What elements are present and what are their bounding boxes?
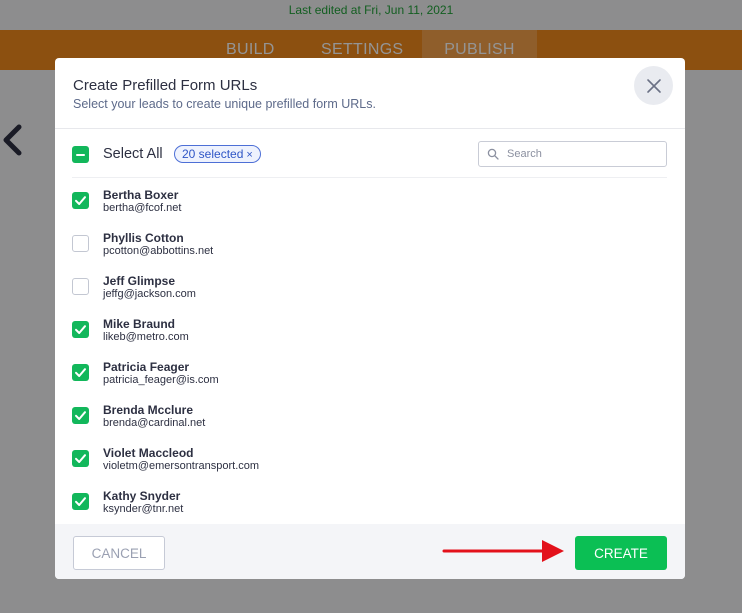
modal-subtitle: Select your leads to create unique prefi… (73, 97, 376, 111)
lead-email: likeb@metro.com (103, 331, 189, 343)
list-item[interactable]: Brenda Mcclure brenda@cardinal.net (55, 394, 685, 437)
select-all-checkbox[interactable] (72, 146, 89, 163)
check-icon (75, 454, 86, 463)
modal-footer: CANCEL CREATE (55, 524, 685, 579)
close-button[interactable] (634, 66, 673, 105)
lead-name: Mike Braund (103, 317, 176, 331)
lead-checkbox[interactable] (72, 321, 89, 338)
check-icon (75, 411, 86, 420)
list-item[interactable]: Phyllis Cotton pcotton@abbottins.net (55, 222, 685, 265)
selected-count-label: 20 selected (182, 147, 244, 161)
cancel-button[interactable]: CANCEL (73, 536, 165, 570)
check-icon (75, 196, 86, 205)
lead-checkbox[interactable] (72, 493, 89, 510)
list-item[interactable]: Kathy Snyder ksynder@tnr.net (55, 480, 685, 523)
search-input[interactable] (507, 145, 662, 163)
check-icon (75, 368, 86, 377)
lead-checkbox[interactable] (72, 407, 89, 424)
prefilled-urls-modal: Create Prefilled Form URLs Select your l… (55, 58, 685, 579)
lead-name: Patricia Feager (103, 360, 190, 374)
lead-name: Jeff Glimpse (103, 274, 176, 288)
lead-email: patricia_feager@is.com (103, 374, 219, 386)
selected-count-badge[interactable]: 20 selected × (174, 145, 261, 163)
check-icon (75, 497, 86, 506)
search-box[interactable] (478, 141, 667, 167)
lead-email: ksynder@tnr.net (103, 503, 184, 515)
lead-name: Phyllis Cotton (103, 231, 184, 245)
lead-name: Violet Maccleod (103, 446, 194, 460)
lead-list: Bertha Boxer bertha@fcof.net Phyllis Cot… (55, 179, 685, 524)
list-item[interactable]: Violet Maccleod violetm@emersontransport… (55, 437, 685, 480)
lead-email: pcotton@abbottins.net (103, 245, 214, 257)
modal-title: Create Prefilled Form URLs (73, 77, 258, 94)
lead-email: jeffg@jackson.com (103, 288, 196, 300)
lead-checkbox[interactable] (72, 278, 89, 295)
lead-checkbox[interactable] (72, 235, 89, 252)
lead-email: bertha@fcof.net (103, 202, 182, 214)
create-button[interactable]: CREATE (575, 536, 667, 570)
lead-email: brenda@cardinal.net (103, 417, 206, 429)
close-icon (646, 78, 661, 93)
lead-name: Bertha Boxer (103, 188, 179, 202)
check-icon (75, 325, 86, 334)
minus-icon (76, 153, 85, 156)
select-all-label: Select All (103, 146, 163, 162)
modal-header: Create Prefilled Form URLs Select your l… (55, 58, 685, 129)
lead-name: Brenda Mcclure (103, 403, 194, 417)
lead-checkbox[interactable] (72, 450, 89, 467)
list-item[interactable]: Mike Braund likeb@metro.com (55, 308, 685, 351)
list-item[interactable]: Jeff Glimpse jeffg@jackson.com (55, 265, 685, 308)
list-item[interactable]: Patricia Feager patricia_feager@is.com (55, 351, 685, 394)
lead-checkbox[interactable] (72, 192, 89, 209)
clear-selection-icon[interactable]: × (246, 149, 252, 161)
select-all-row: Select All 20 selected × (72, 138, 667, 178)
list-item[interactable]: Bertha Boxer bertha@fcof.net (55, 179, 685, 222)
lead-name: Kathy Snyder (103, 489, 181, 503)
lead-checkbox[interactable] (72, 364, 89, 381)
lead-email: violetm@emersontransport.com (103, 460, 260, 472)
arrow-right-icon (442, 540, 564, 562)
search-icon (487, 148, 499, 160)
